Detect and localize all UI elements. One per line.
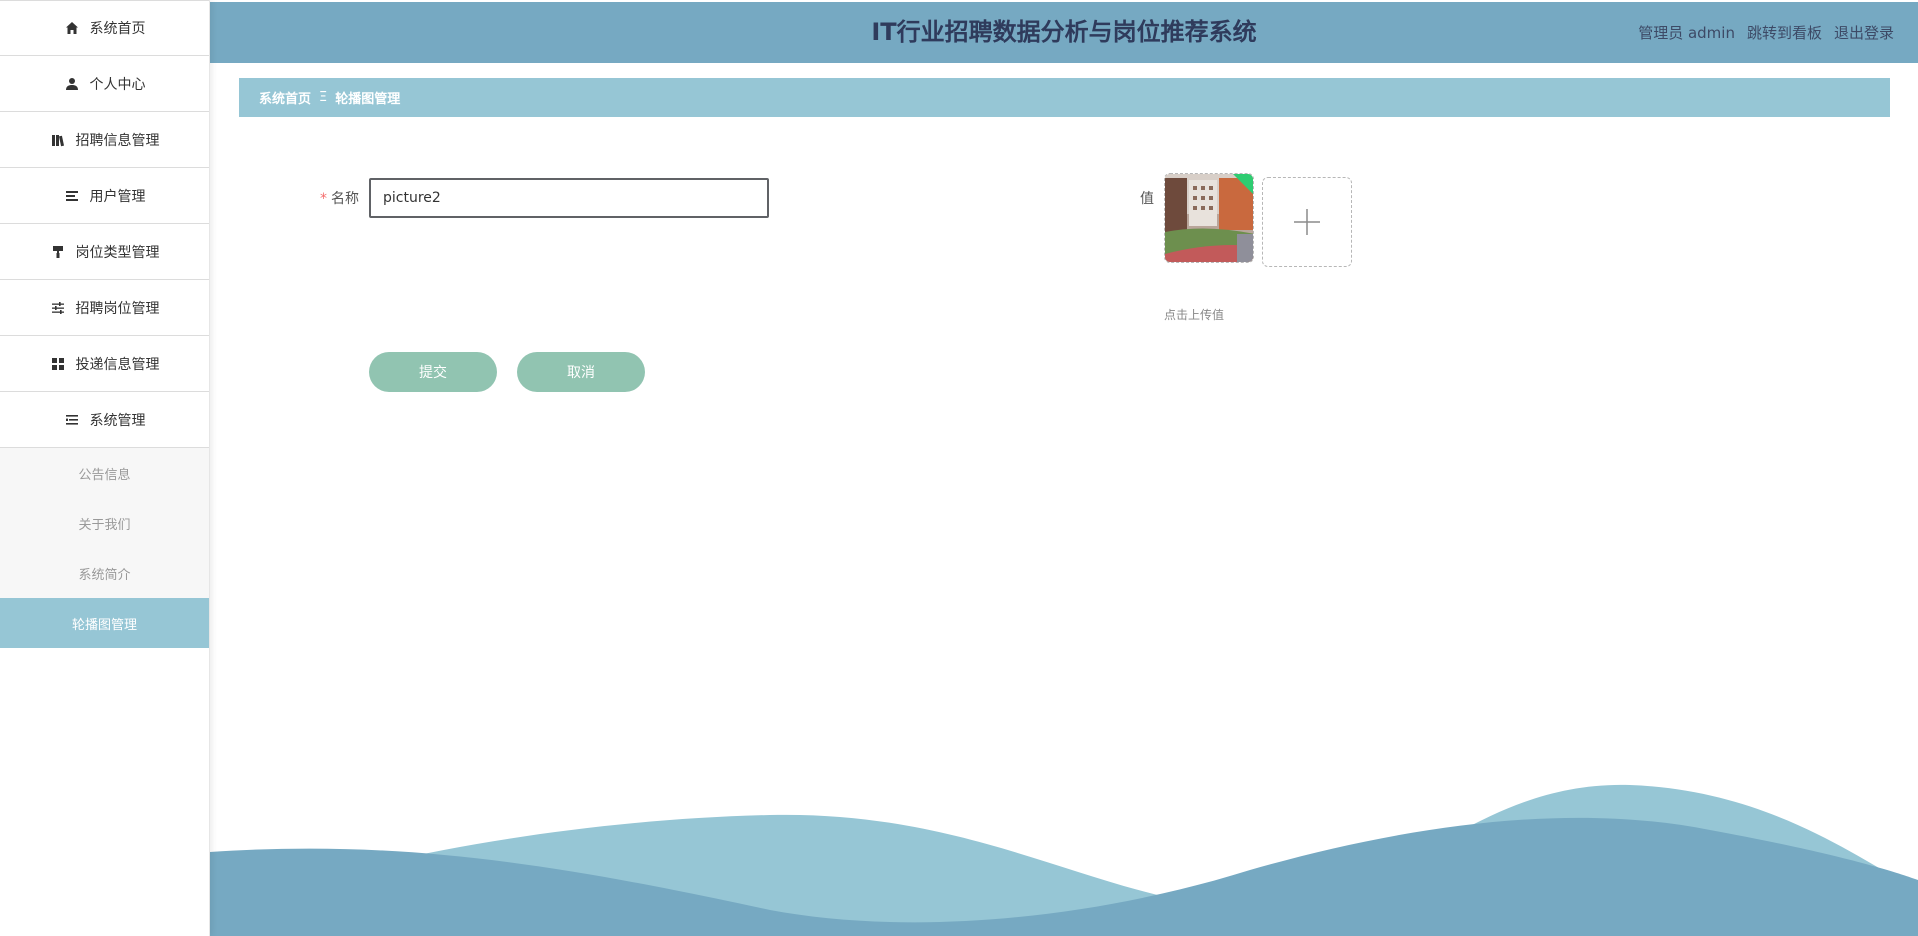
sidebar-item-label: 招聘岗位管理 xyxy=(75,300,160,317)
sidebar-item-label: 投递信息管理 xyxy=(75,356,160,373)
campus-photo-image xyxy=(1165,174,1253,262)
top-header: IT行业招聘数据分析与岗位推荐系统 管理员 admin 跳转到看板 退出登录 xyxy=(210,2,1918,63)
logout-link[interactable]: 退出登录 xyxy=(1834,22,1894,43)
name-label: 名称 xyxy=(331,191,359,207)
upload-tip: 点击上传值 xyxy=(1164,308,1225,322)
sidebar-item-label: 系统首页 xyxy=(89,21,146,37)
submenu-item-notices[interactable]: 公告信息 xyxy=(0,448,209,498)
sidebar-item-label: 招聘信息管理 xyxy=(75,132,160,149)
uploaded-image-thumbnail[interactable] xyxy=(1164,173,1254,263)
system-submenu: 公告信息 关于我们 系统简介 轮播图管理 xyxy=(0,448,209,648)
name-label-wrap: * 名称 xyxy=(320,188,359,208)
list-icon xyxy=(64,188,80,204)
submenu-item-system-intro[interactable]: 系统简介 xyxy=(0,548,209,598)
name-input[interactable] xyxy=(369,178,769,218)
grid-icon xyxy=(50,356,66,372)
breadcrumb-home[interactable]: 系统首页 xyxy=(259,88,311,107)
library-icon xyxy=(50,132,66,148)
cancel-button[interactable]: 取消 xyxy=(517,352,645,392)
value-label: 值 xyxy=(1140,191,1154,207)
sidebar-item-profile[interactable]: 个人中心 xyxy=(0,56,209,112)
upload-button[interactable] xyxy=(1262,177,1352,267)
user-icon xyxy=(64,76,80,92)
submit-button[interactable]: 提交 xyxy=(369,352,497,392)
breadcrumb-current: 轮播图管理 xyxy=(335,92,401,107)
sidebar-item-recruit-info[interactable]: 招聘信息管理 xyxy=(0,112,209,168)
decorative-waves xyxy=(210,784,1918,936)
submenu-item-carousel[interactable]: 轮播图管理 xyxy=(0,598,209,648)
required-mark: * xyxy=(320,191,327,207)
header-links: 管理员 admin 跳转到看板 退出登录 xyxy=(1638,2,1894,63)
sidebar-item-users[interactable]: 用户管理 xyxy=(0,168,209,224)
sidebar-item-applications[interactable]: 投递信息管理 xyxy=(0,336,209,392)
dashboard-link[interactable]: 跳转到看板 xyxy=(1747,22,1822,43)
user-label: 管理员 admin xyxy=(1638,24,1735,42)
sidebar-item-label: 用户管理 xyxy=(89,188,146,205)
sidebar-item-label: 系统管理 xyxy=(89,412,146,429)
sidebar-item-home[interactable]: 系统首页 xyxy=(0,0,209,56)
breadcrumb-separator: Ξ xyxy=(319,90,328,105)
sliders-icon xyxy=(50,300,66,316)
submenu-item-about-us[interactable]: 关于我们 xyxy=(0,498,209,548)
breadcrumb: 系统首页 Ξ 轮播图管理 xyxy=(239,78,1890,117)
indent-list-icon xyxy=(64,412,80,428)
sidebar-item-label: 岗位类型管理 xyxy=(75,244,160,261)
paint-roller-icon xyxy=(50,244,66,260)
sidebar-item-system[interactable]: 系统管理 xyxy=(0,392,209,448)
sidebar-item-label: 个人中心 xyxy=(89,76,146,93)
sidebar-item-job-types[interactable]: 岗位类型管理 xyxy=(0,224,209,280)
sidebar-item-recruit-positions[interactable]: 招聘岗位管理 xyxy=(0,280,209,336)
sidebar: 系统首页 个人中心 招聘信息管理 用户管理 岗位类型管理 招聘岗位管理 投递信息… xyxy=(0,0,210,936)
home-icon xyxy=(64,20,80,36)
plus-icon xyxy=(1294,209,1320,235)
